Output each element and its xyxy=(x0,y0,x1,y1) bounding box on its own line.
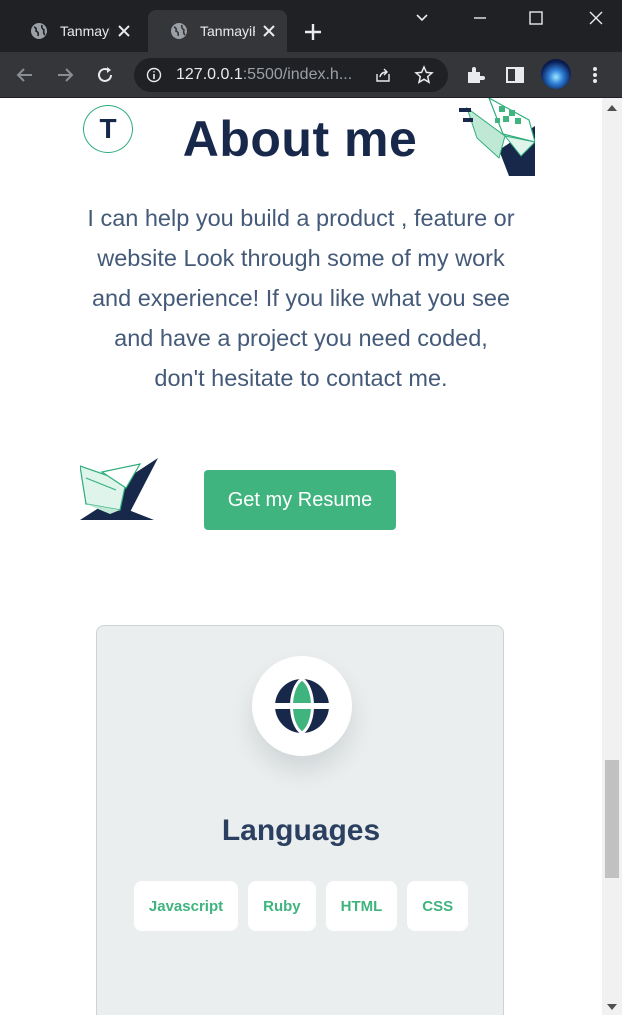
globe-icon xyxy=(31,23,47,39)
browser-tab-active[interactable]: TanmayiP xyxy=(148,10,287,52)
extensions-icon[interactable] xyxy=(464,64,486,86)
site-info-icon[interactable] xyxy=(146,67,162,83)
skill-chip: Javascript xyxy=(133,881,239,931)
scroll-down-arrow-icon[interactable] xyxy=(607,1004,617,1010)
scroll-up-arrow-icon[interactable] xyxy=(607,105,617,111)
share-icon[interactable] xyxy=(374,66,392,84)
maximize-icon[interactable] xyxy=(526,8,546,28)
skill-chip: CSS xyxy=(407,881,469,931)
skill-chip: HTML xyxy=(325,881,398,931)
tab-search-icon[interactable] xyxy=(412,8,432,28)
browser-toolbar: 127.0.0.1:5500/index.h... xyxy=(0,52,622,98)
globe-icon xyxy=(274,678,330,734)
about-paragraph: I can help you build a product , feature… xyxy=(87,205,515,391)
profile-avatar[interactable] xyxy=(541,59,571,89)
vertical-scrollbar[interactable] xyxy=(602,98,622,1015)
scrollbar-thumb[interactable] xyxy=(605,760,619,878)
side-panel-icon[interactable] xyxy=(504,64,526,86)
card-title: Languages xyxy=(221,814,381,847)
close-tab-icon[interactable] xyxy=(261,23,277,39)
tab-title: TanmayiP xyxy=(200,23,255,39)
browser-tab[interactable]: TanmayiP xyxy=(8,10,142,52)
menu-icon[interactable] xyxy=(584,64,606,86)
origami-bird-illustration xyxy=(459,98,535,176)
url-text[interactable]: 127.0.0.1:5500/index.h... xyxy=(176,66,366,84)
skill-chip: Ruby xyxy=(248,881,316,931)
skill-chip-list: Javascript Ruby HTML CSS xyxy=(97,881,505,931)
languages-card: Languages Javascript Ruby HTML CSS xyxy=(96,625,504,1015)
reload-icon[interactable] xyxy=(94,64,116,86)
forward-icon[interactable] xyxy=(54,64,76,86)
close-tab-icon[interactable] xyxy=(116,23,132,39)
card-icon-circle xyxy=(252,656,352,756)
browser-title-bar: TanmayiP TanmayiP xyxy=(0,0,622,52)
new-tab-icon[interactable] xyxy=(302,21,324,43)
close-window-icon[interactable] xyxy=(586,8,606,28)
back-icon[interactable] xyxy=(14,64,36,86)
page-viewport: T About me I can help you build a produc… xyxy=(0,98,602,1015)
address-bar[interactable]: 127.0.0.1:5500/index.h... xyxy=(134,58,448,92)
bookmark-star-icon[interactable] xyxy=(414,65,434,85)
tab-title: TanmayiP xyxy=(60,23,110,39)
globe-icon xyxy=(171,23,187,39)
minimize-icon[interactable] xyxy=(470,8,490,28)
origami-plane-illustration xyxy=(80,458,158,520)
get-resume-button[interactable]: Get my Resume xyxy=(204,470,396,530)
